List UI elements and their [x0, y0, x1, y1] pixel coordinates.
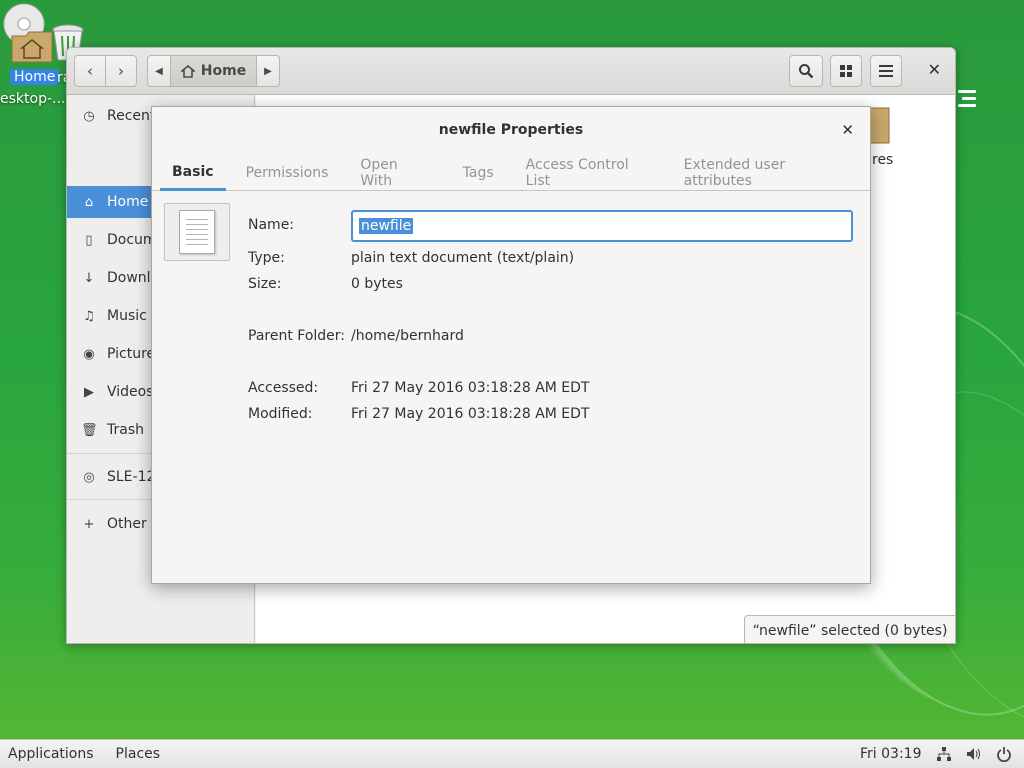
- power-icon[interactable]: [996, 746, 1012, 762]
- home-folder-desktop-icon[interactable]: [10, 30, 54, 68]
- close-icon: ✕: [841, 121, 854, 139]
- path-home-label: Home: [200, 63, 247, 79]
- accessed-value: Fri 27 May 2016 03:18:28 AM EDT: [351, 380, 590, 396]
- forward-button[interactable]: ›: [105, 55, 137, 87]
- parent-folder-value: /home/bernhard: [351, 328, 464, 344]
- search-icon: [799, 64, 814, 79]
- menu-button[interactable]: [870, 55, 902, 87]
- disc-icon: ◎: [83, 469, 95, 485]
- camera-icon: ◉: [83, 346, 95, 362]
- volume-icon[interactable]: [966, 746, 982, 762]
- folder-label-partial: res: [872, 152, 894, 168]
- grid-icon: [840, 65, 852, 77]
- name-field[interactable]: newfile: [351, 210, 853, 242]
- modified-value: Fri 27 May 2016 03:18:28 AM EDT: [351, 406, 590, 422]
- sidebar-item-label: Music: [107, 308, 147, 324]
- home-desktop-label[interactable]: Home: [10, 69, 60, 85]
- selection-status: “newfile” selected (0 bytes): [744, 615, 955, 643]
- file-icon-button[interactable]: [164, 203, 230, 261]
- sidebar-item-label: Videos: [107, 384, 154, 400]
- window-close-button[interactable]: ✕: [928, 60, 941, 79]
- properties-dialog: newfile Properties ✕ Basic Permissions O…: [151, 106, 871, 584]
- home-icon: [180, 64, 195, 78]
- applications-menu[interactable]: Applications: [0, 746, 102, 762]
- tab-basic[interactable]: Basic: [160, 155, 226, 191]
- name-field-value: newfile: [359, 218, 414, 234]
- parent-folder-label: Parent Folder:: [248, 328, 346, 344]
- accessed-label: Accessed:: [248, 380, 319, 396]
- modified-label: Modified:: [248, 406, 313, 422]
- path-left-arrow[interactable]: ◀: [148, 56, 170, 86]
- path-home-button[interactable]: Home: [170, 56, 257, 86]
- tab-permissions[interactable]: Permissions: [234, 155, 341, 191]
- home-icon: ⌂: [84, 194, 94, 210]
- view-toggle-button[interactable]: [830, 55, 862, 87]
- sidebar-item-label: SLE-12: [107, 469, 156, 485]
- triangle-right-icon: ▶: [264, 65, 272, 77]
- sidebar-item-label: Trash: [107, 422, 144, 438]
- triangle-left-icon: ◀: [155, 65, 163, 77]
- sidebar-item-label: Docum: [107, 232, 157, 248]
- path-right-arrow[interactable]: ▶: [257, 56, 279, 86]
- plus-icon: +: [83, 516, 95, 532]
- tab-access-control-list[interactable]: Access Control List: [514, 155, 664, 191]
- status-text: “newfile” selected (0 bytes): [752, 622, 948, 639]
- sidebar-item-label: Recent: [107, 108, 156, 124]
- wallpaper-logo-mark: [958, 90, 978, 114]
- headerbar: ‹ › ◀ Home ▶ ✕: [67, 48, 955, 95]
- text-file-icon: [179, 210, 215, 254]
- music-icon: ♫: [83, 308, 95, 324]
- system-tray: [936, 746, 1012, 762]
- tab-tags[interactable]: Tags: [451, 155, 506, 191]
- type-label: Type:: [248, 250, 285, 266]
- chevron-right-icon: ›: [118, 62, 124, 80]
- size-value: 0 bytes: [351, 276, 403, 292]
- tab-extended-attributes[interactable]: Extended user attributes: [672, 155, 862, 191]
- tab-open-with[interactable]: Open With: [348, 155, 442, 191]
- trash-icon: 🗑: [81, 422, 98, 438]
- places-menu[interactable]: Places: [108, 746, 169, 762]
- dialog-title: newfile Properties: [438, 122, 584, 138]
- video-icon: ▶: [84, 384, 94, 400]
- size-label: Size:: [248, 276, 282, 292]
- home-folder-icon: [11, 31, 53, 63]
- clock[interactable]: Fri 03:19: [860, 746, 921, 762]
- network-icon[interactable]: [936, 746, 952, 762]
- type-value: plain text document (text/plain): [351, 250, 575, 266]
- chevron-left-icon: ‹: [87, 62, 93, 80]
- name-label: Name:: [248, 217, 295, 233]
- close-icon: ✕: [927, 60, 941, 79]
- back-button[interactable]: ‹: [74, 55, 106, 87]
- sidebar-item-label: Home: [107, 194, 149, 210]
- clock-icon: ◷: [83, 108, 95, 124]
- document-icon: ▯: [85, 232, 93, 248]
- path-bar: ◀ Home ▶: [147, 55, 280, 87]
- bottom-panel: Applications Places Fri 03:19: [0, 739, 1024, 768]
- dialog-close-button[interactable]: ✕: [841, 121, 854, 139]
- download-icon: ↓: [83, 270, 95, 286]
- properties-tabs: Basic Permissions Open With Tags Access …: [152, 155, 870, 191]
- desktop-file-label: esktop-...: [0, 91, 66, 107]
- hamburger-icon: [879, 65, 893, 77]
- search-button[interactable]: [789, 55, 823, 87]
